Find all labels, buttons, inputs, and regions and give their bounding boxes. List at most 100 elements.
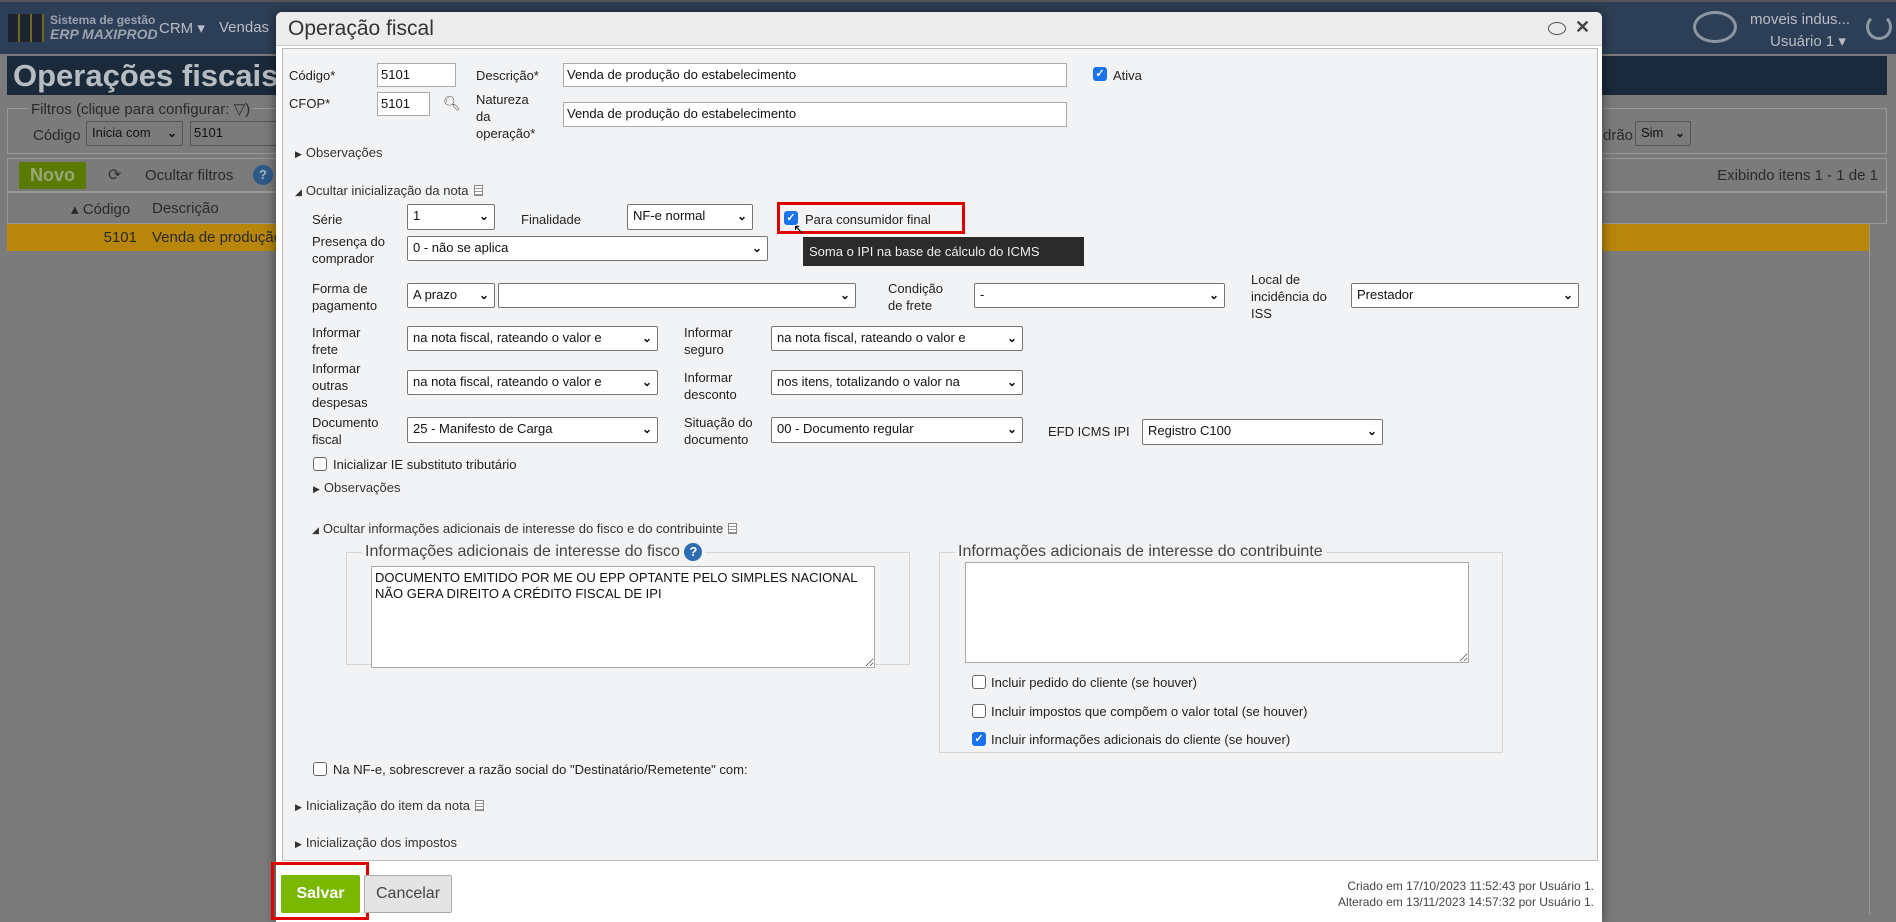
caret-down-icon: ◢ — [312, 525, 319, 535]
outras-despesas-select[interactable]: na nota fiscal, rateando o valor e ⌄ — [407, 370, 658, 395]
documento-fiscal-select[interactable]: 25 - Manifesto de Carga ⌄ — [407, 417, 658, 443]
forma-pagamento-select[interactable]: A prazo ⌄ — [407, 283, 495, 308]
ie-substituto-checkbox[interactable] — [313, 457, 327, 471]
situacao-select[interactable]: 00 - Documento regular ⌄ — [771, 417, 1023, 443]
created-info: Criado em 17/10/2023 11:52:43 por Usuári… — [1347, 879, 1594, 893]
filters-legend[interactable]: Filtros (clique para configurar: ▽) — [28, 100, 254, 118]
descricao-input[interactable]: Venda de produção do estabelecimento — [563, 63, 1067, 87]
brand-line2: ERP MAXIPROD — [50, 26, 158, 42]
consumidor-final-label: Para consumidor final — [805, 212, 931, 227]
presenca-select[interactable]: 0 - não se aplica ⌄ — [407, 236, 768, 261]
items-count: Exibindo itens 1 - 1 de 1 — [1717, 167, 1878, 184]
cursor-icon: ↖ — [793, 221, 805, 237]
fisco-textarea[interactable]: DOCUMENTO EMITIDO POR ME OU EPP OPTANTE … — [371, 566, 875, 668]
filter-default-select[interactable]: Sim ⌄ — [1635, 121, 1691, 146]
filter-code-mode[interactable]: Inicia com ⌄ — [86, 121, 183, 146]
close-icon[interactable]: ✕ — [1575, 17, 1590, 38]
local-iss-select[interactable]: Prestador ⌄ — [1351, 283, 1579, 308]
row-code: 5101 — [103, 229, 137, 246]
info-section-toggle[interactable]: ◢ Ocultar informações adicionais de inter… — [312, 521, 738, 536]
desconto-select[interactable]: nos itens, totalizando o valor na ⌄ — [771, 370, 1023, 395]
presenca-label: Presença do comprador — [312, 234, 385, 266]
frete-select[interactable]: na nota fiscal, rateando o valor e ⌄ — [407, 326, 658, 351]
desconto-label: Informar desconto — [684, 370, 737, 402]
contribuinte-textarea[interactable] — [965, 562, 1469, 663]
forma-pagamento-detail-select[interactable]: ⌄ — [498, 283, 856, 308]
incluir-pedido-label: Incluir pedido do cliente (se houver) — [991, 675, 1197, 690]
cfop-input[interactable]: 5101 — [377, 92, 430, 116]
note-icon[interactable] — [728, 523, 738, 534]
caret-right-icon: ▶ — [295, 802, 302, 812]
tooltip: Soma o IPI na base de cálculo do ICMS — [803, 237, 1084, 266]
observacoes-2-toggle[interactable]: ▶ Observações — [313, 480, 401, 495]
documento-fiscal-label: Documento fiscal — [312, 415, 379, 447]
dialog-titlebar: Operação fiscal ✕ — [276, 12, 1602, 46]
situacao-label: Situação do documento — [684, 415, 753, 447]
power-icon[interactable] — [1866, 14, 1892, 40]
logo-icon — [8, 14, 44, 42]
note-icon[interactable] — [474, 800, 484, 811]
serie-select[interactable]: 1 ⌄ — [407, 204, 495, 230]
nota-section-toggle[interactable]: ◢ Ocultar inicialização da nota — [295, 183, 483, 198]
contribuinte-legend: Informações adicionais de interesse do c… — [958, 543, 1323, 560]
finalidade-label: Finalidade — [521, 212, 581, 227]
brand-line1: Sistema de gestão — [50, 13, 156, 27]
refresh-icon[interactable]: ⟳ — [108, 165, 121, 185]
local-iss-label: Local de incidência do ISS — [1251, 272, 1327, 321]
filter-default-label: drão — [1603, 127, 1634, 144]
forma-pagamento-label: Forma de pagamento — [312, 281, 378, 313]
caret-right-icon: ▶ — [313, 484, 320, 494]
chat-icon[interactable] — [1548, 22, 1566, 35]
save-button[interactable]: Salvar — [281, 875, 360, 913]
help-icon[interactable]: ? — [253, 165, 273, 185]
note-icon[interactable] — [473, 185, 483, 196]
incluir-info-cliente-label: Incluir informações adicionais do client… — [991, 732, 1291, 747]
incluir-pedido-checkbox[interactable] — [972, 675, 986, 689]
frete-label: Informar frete — [312, 325, 361, 357]
user-menu[interactable]: Usuário 1 ▾ — [1770, 32, 1846, 50]
seguro-select[interactable]: na nota fiscal, rateando o valor e ⌄ — [771, 326, 1023, 351]
codigo-label: Código* — [289, 68, 336, 83]
row-description: Venda de produção — [152, 229, 283, 246]
incluir-impostos-checkbox[interactable] — [972, 704, 986, 718]
natureza-label: Natureza da operação* — [476, 92, 536, 141]
chat-icon[interactable] — [1693, 11, 1737, 43]
sobrescrever-label: Na NF-e, sobrescrever a razão social do … — [333, 762, 748, 777]
fisco-legend: Informações adicionais de interesse do f… — [362, 543, 705, 561]
filter-code-input[interactable]: 5101 — [190, 121, 280, 146]
cfop-label: CFOP* — [289, 96, 331, 111]
dialog-title: Operação fiscal — [288, 17, 434, 40]
hide-filters-button[interactable]: Ocultar filtros — [145, 167, 233, 184]
item-section-toggle[interactable]: ▶ Inicialização do item da nota — [295, 798, 484, 813]
condicao-frete-label: Condição de frete — [888, 281, 943, 313]
dialog-operacao-fiscal: Operação fiscal ✕ Código* 5101 Descrição… — [271, 12, 1602, 922]
finalidade-select[interactable]: NF-e normal ⌄ — [627, 204, 753, 230]
menu-crm[interactable]: CRM ▾ — [159, 19, 205, 37]
caret-right-icon: ▶ — [295, 839, 302, 849]
caret-right-icon: ▶ — [295, 149, 302, 159]
column-header-codigo[interactable]: ▴ Código — [71, 200, 130, 218]
seguro-label: Informar seguro — [684, 325, 733, 357]
ativa-checkbox[interactable]: ✓ — [1093, 67, 1107, 81]
sobrescrever-checkbox[interactable] — [313, 762, 327, 776]
descricao-label: Descrição* — [476, 68, 539, 83]
new-button[interactable]: Novo — [19, 162, 86, 189]
filter-code-label: Código — [33, 127, 81, 144]
ativa-label: Ativa — [1113, 68, 1142, 83]
efd-select[interactable]: Registro C100 ⌄ — [1142, 419, 1383, 445]
company-name: moveis indus... — [1750, 11, 1851, 28]
column-header-descricao[interactable]: Descrição — [152, 200, 219, 217]
condicao-frete-select[interactable]: - ⌄ — [974, 283, 1225, 308]
help-icon[interactable]: ? — [684, 543, 703, 561]
incluir-info-cliente-checkbox[interactable]: ✓ — [972, 732, 986, 746]
search-icon[interactable]: 🔍︎ — [443, 95, 461, 112]
outras-despesas-label: Informar outras despesas — [312, 361, 368, 410]
grid-scrollbar[interactable] — [1869, 224, 1887, 914]
codigo-input[interactable]: 5101 — [377, 63, 456, 87]
impostos-section-toggle[interactable]: ▶ Inicialização dos impostos — [295, 835, 457, 850]
menu-vendas[interactable]: Vendas — [219, 19, 269, 36]
serie-label: Série — [312, 212, 343, 227]
cancel-button[interactable]: Cancelar — [364, 875, 452, 913]
natureza-input[interactable]: Venda de produção do estabelecimento — [563, 102, 1067, 127]
observacoes-toggle[interactable]: ▶ Observações — [295, 145, 383, 160]
